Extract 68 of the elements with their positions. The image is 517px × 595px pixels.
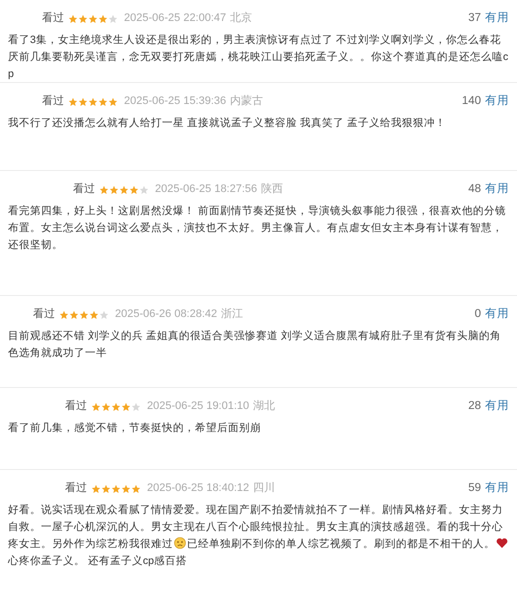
- star-icon: [109, 184, 119, 195]
- useful-link[interactable]: 有用: [485, 93, 509, 110]
- watched-label: 看过: [42, 11, 64, 26]
- comment-time: 2025-06-25 22:00:47: [124, 11, 226, 26]
- watched-label: 看过: [42, 94, 64, 110]
- star-icon: [131, 402, 141, 412]
- vote-count: 140: [462, 94, 481, 109]
- star-icon: [131, 484, 141, 494]
- vote-count: 37: [468, 11, 481, 26]
- vote-count: 59: [468, 481, 481, 496]
- comment-text: 看了3集，女主绝境求生人设还是很出彩的，男主表演惊讶有点过了 不过刘学义啊刘学义，你怎么春花厌前几集要勒死吴谨言，念无双要打死唐嫣，桃花映江山要掐死孟子义。。你这个赛道真的是还怎么嗑cp: [8, 33, 509, 82]
- star-icon: [78, 96, 88, 107]
- star-icon: [98, 96, 108, 107]
- star-icon: [119, 184, 129, 195]
- star-icon: [79, 310, 89, 320]
- comment-time: 2025-06-25 15:39:36: [124, 94, 226, 110]
- useful-link[interactable]: 有用: [485, 306, 509, 324]
- heart-icon: [496, 537, 508, 550]
- star-icon: [99, 184, 109, 195]
- comment-location: 内蒙古: [230, 94, 264, 110]
- comment-text: 看完第四集，好上头！这剧居然没爆！ 前面剧情节奏还挺快，导演镜头叙事能力很强，很喜欢他的分镜布置。女主怎么说台词这么爱点头，演技也不太好。男主像盲人。有点虐女但女主本身有计谋有智慧，还很坚韧。: [8, 204, 507, 254]
- comment-text: 好看。说实话现在观众看腻了情情爱爱。现在国产剧不拍爱情就拍不了一样。剧情风格好看。女主努力自救。一屋子心机深沉的人。男女主现在八百个心眼纯恨拉扯。男女主真的演技感超强。看的我十分心疼女主。另外作为综艺粉我很难过 已经单独刷不到你的单人综艺视频了。刷到的都是不相干的人。 心疼你孟子义。 还有孟子义cp感百搭: [8, 502, 509, 570]
- star-icon: [68, 96, 78, 107]
- star-icon: [111, 484, 121, 494]
- star-icon: [111, 402, 121, 412]
- comment-location: 陕西: [261, 182, 284, 198]
- vote-count: 0: [474, 307, 481, 322]
- star-icon: [88, 14, 98, 24]
- star-icon: [101, 484, 111, 494]
- comment-time: 2025-06-25 18:27:56: [155, 182, 258, 198]
- watched-label: 看过: [73, 182, 95, 198]
- useful-link[interactable]: 有用: [485, 181, 509, 198]
- star-icon: [129, 184, 139, 195]
- star-icon: [69, 310, 79, 320]
- comment-time: 2025-06-25 19:01:10: [147, 399, 250, 414]
- comment-text: 目前观感还不错 刘学义的兵 孟姐真的很适合美强惨赛道 刘学义适合腹黑有城府肚子里有货有头脑的角色选角就成功了一半: [8, 329, 502, 362]
- star-icon: [88, 96, 98, 107]
- star-icon: [121, 484, 131, 494]
- comment-location: 浙江: [221, 307, 244, 322]
- comment-location: 北京: [230, 10, 252, 26]
- watched-label: 看过: [65, 481, 87, 496]
- vote-count: 28: [468, 399, 481, 414]
- star-icon: [101, 402, 111, 412]
- vote-count: 48: [468, 182, 481, 197]
- useful-link[interactable]: 有用: [485, 480, 509, 498]
- comment-location: 湖北: [253, 399, 276, 414]
- star-icon: [98, 14, 108, 24]
- useful-link[interactable]: 有用: [485, 10, 509, 28]
- comment-location: 四川: [253, 481, 276, 496]
- comment-text: 看了前几集，感觉不错，节奏挺快的，希望后面别崩: [8, 421, 262, 436]
- watched-label: 看过: [65, 399, 87, 414]
- star-icon: [68, 14, 78, 24]
- star-icon: [89, 310, 99, 320]
- comment-time: 2025-06-25 18:40:12: [147, 481, 250, 496]
- star-icon: [78, 14, 88, 24]
- star-icon: [91, 402, 101, 412]
- star-icon: [139, 184, 149, 195]
- star-icon: [91, 484, 101, 494]
- star-icon: [121, 402, 131, 412]
- star-icon: [59, 310, 69, 320]
- sad-face-icon: [174, 537, 186, 550]
- star-icon: [99, 310, 109, 320]
- star-icon: [108, 96, 118, 107]
- comment-text: 我不行了还没播怎么就有人给打一星 直接就说孟子义整容脸 我真笑了 孟子义给我狠狠冲！: [8, 116, 447, 132]
- star-icon: [108, 14, 118, 24]
- watched-label: 看过: [33, 307, 55, 322]
- comment-time: 2025-06-26 08:28:42: [115, 307, 218, 322]
- useful-link[interactable]: 有用: [485, 398, 509, 416]
